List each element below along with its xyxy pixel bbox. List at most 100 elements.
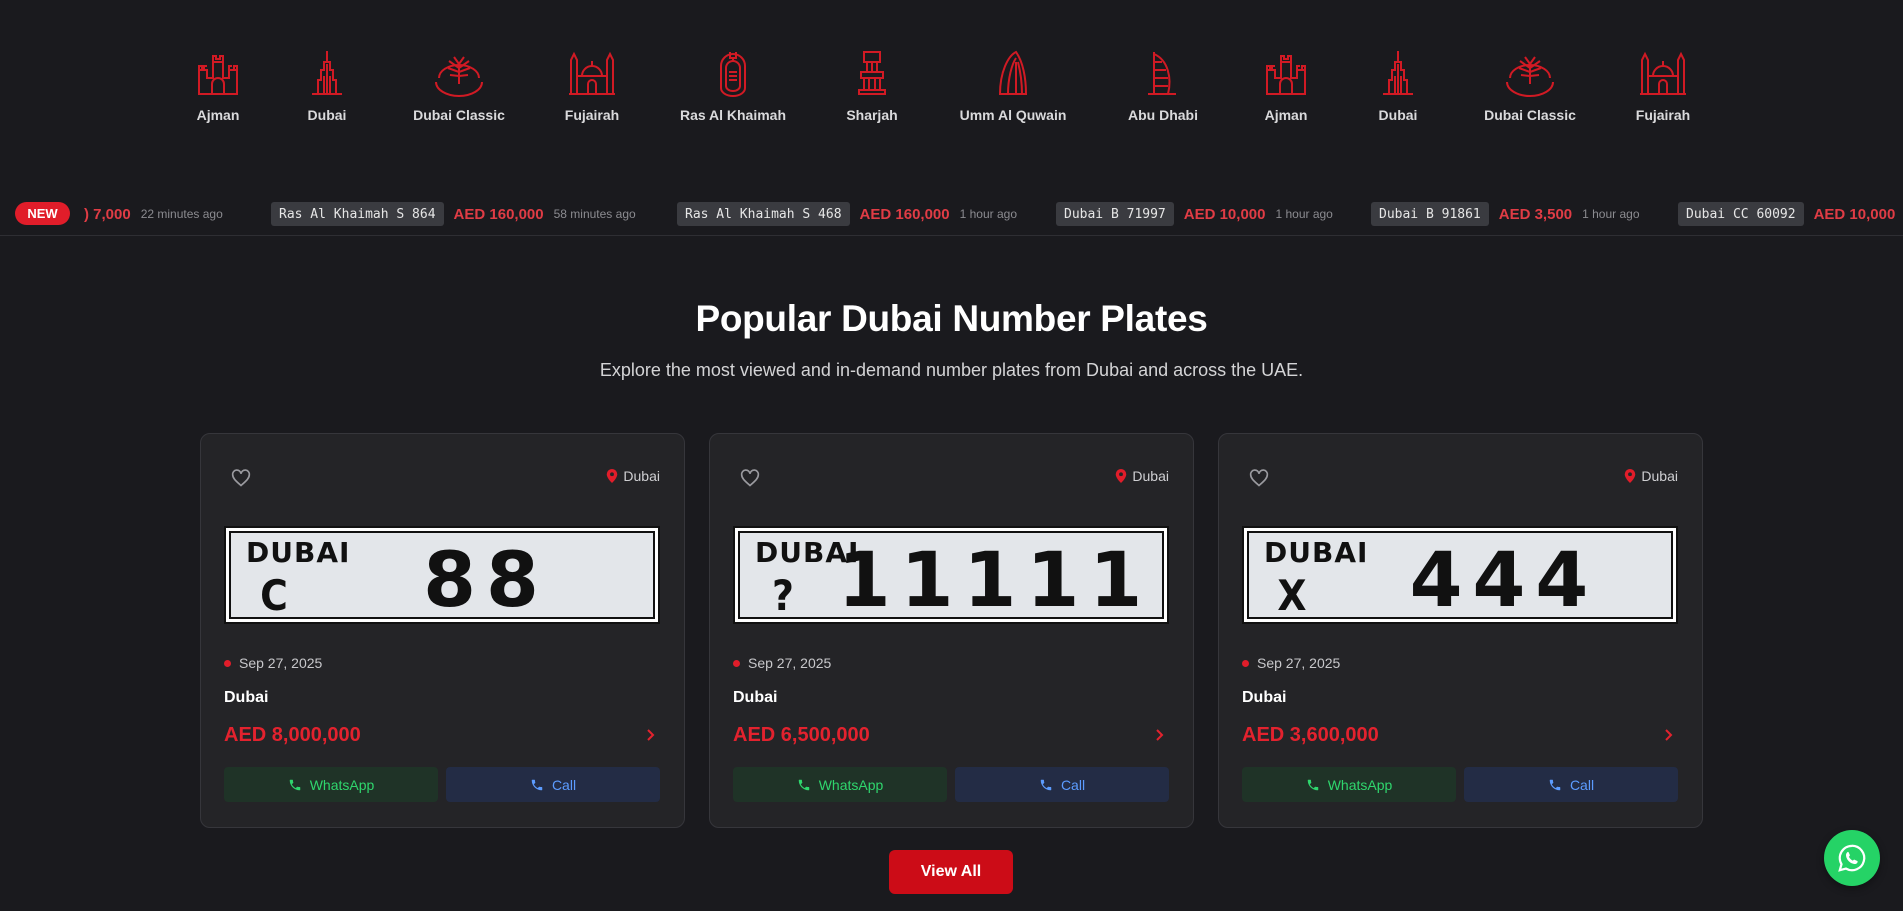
status-dot [224, 659, 231, 667]
number-plate-image: DUBAI X 444 [1242, 526, 1678, 624]
location-tag: Dubai [606, 468, 660, 484]
emirate-item-dubai[interactable]: Dubai [252, 48, 402, 123]
map-pin-icon [1625, 469, 1636, 483]
location-text: Dubai [1132, 468, 1169, 484]
chevron-right-icon[interactable] [1660, 727, 1676, 743]
whatsapp-button[interactable]: WhatsApp [733, 767, 947, 802]
phone-icon [1040, 779, 1052, 790]
ticker-price: ) 7,000 [84, 205, 131, 223]
ticker-item[interactable]: Dubai B 91861 AED 3,500 1 hour ago [1371, 201, 1640, 227]
listing-date: Sep 27, 2025 [1242, 655, 1340, 671]
emirate-item-ras-al-khaimah[interactable]: Ras Al Khaimah [658, 48, 808, 123]
plate-emirate: DUBAI [1264, 536, 1368, 569]
emirate-name: Fujairah [564, 107, 620, 123]
plate-card[interactable]: Dubai DUBAI C 88 Sep 27, 2025 Dubai AED … [200, 433, 685, 828]
emirates-carousel: Ajman Dubai Dubai Classic Fujairah Ras A… [0, 0, 1903, 190]
mosque-icon [569, 51, 615, 95]
palm-island-icon [1506, 56, 1554, 97]
card-price: AED 6,500,000 [733, 724, 870, 746]
date-text: Sep 27, 2025 [1257, 655, 1341, 671]
whatsapp-icon [1838, 844, 1866, 872]
card-price: AED 8,000,000 [224, 724, 361, 746]
ticker-item[interactable]: Ras Al Khaimah S 864 AED 160,000 58 minu… [271, 201, 636, 227]
emblem-icon [720, 52, 746, 97]
card-city: Dubai [224, 689, 269, 706]
emirate-item-dubai-classic-2[interactable]: Dubai Classic [1455, 48, 1605, 123]
emirate-name: Ajman [196, 107, 240, 123]
phone-icon [1307, 779, 1318, 790]
ticker-item[interactable]: Dubai CC 60092 AED 10,000 [1678, 201, 1903, 227]
emirate-name: Dubai [307, 107, 347, 123]
emirate-name: Ajman [1264, 107, 1308, 123]
plate-number: 88 [423, 535, 549, 624]
palm-island-icon [435, 56, 483, 97]
plate-card[interactable]: Dubai DUBAI ? 11111 Sep 27, 2025 Dubai A… [709, 433, 1194, 828]
new-badge: NEW [15, 202, 70, 225]
ticker-item[interactable]: Dubai B 71997 AED 10,000 1 hour ago [1056, 201, 1333, 227]
ticker-item[interactable]: ) 7,000 22 minutes ago [84, 201, 223, 227]
view-all-button[interactable]: View All [889, 850, 1013, 894]
ticker-item[interactable]: Ras Al Khaimah S 468 AED 160,000 1 hour … [677, 201, 1017, 227]
whatsapp-label: WhatsApp [818, 776, 884, 793]
whatsapp-float-button[interactable] [1824, 830, 1880, 886]
card-city: Dubai [1242, 689, 1287, 706]
tower-icon [998, 50, 1028, 95]
call-button[interactable]: Call [955, 767, 1169, 802]
status-dot [1242, 659, 1249, 667]
ticker-time: 22 minutes ago [140, 207, 223, 221]
emirate-item-dubai-2[interactable]: Dubai [1323, 48, 1473, 123]
plate-emirate: DUBAI [246, 536, 350, 569]
ticker-price: AED 10,000 [1813, 205, 1896, 223]
date-text: Sep 27, 2025 [748, 655, 832, 671]
emirate-item-fujairah[interactable]: Fujairah [517, 48, 667, 123]
chevron-right-icon[interactable] [642, 727, 658, 743]
heart-icon[interactable] [740, 468, 760, 488]
emirate-name: Fujairah [1635, 107, 1691, 123]
call-label: Call [551, 776, 577, 793]
whatsapp-label: WhatsApp [1327, 776, 1393, 793]
phone-icon [289, 779, 300, 790]
phone-icon [531, 779, 543, 790]
call-button[interactable]: Call [446, 767, 660, 802]
map-pin-icon [607, 469, 618, 483]
burj-khalifa-icon [1383, 51, 1413, 95]
heart-icon[interactable] [1249, 468, 1269, 488]
mosque-icon [1640, 51, 1686, 95]
emirate-name: Dubai Classic [413, 107, 505, 123]
number-plate-image: DUBAI C 88 [224, 526, 660, 624]
status-dot [733, 659, 740, 667]
location-tag: Dubai [1624, 468, 1678, 484]
emirate-item-dubai-classic[interactable]: Dubai Classic [384, 48, 534, 123]
ticker-price: AED 10,000 [1183, 205, 1266, 223]
ticker-plate: Dubai CC 60092 [1678, 202, 1804, 226]
emirate-item-umm-al-quwain[interactable]: Umm Al Quwain [938, 48, 1088, 123]
phone-icon [1549, 779, 1561, 790]
emirate-name: Ras Al Khaimah [679, 107, 787, 123]
heart-icon[interactable] [231, 468, 251, 488]
ticker-plate: Dubai B 91861 [1371, 202, 1489, 226]
ticker-time: 1 hour ago [1582, 207, 1640, 221]
plate-code: ? [772, 571, 794, 620]
ticker-price: AED 160,000 [859, 205, 950, 223]
location-text: Dubai [1641, 468, 1678, 484]
chevron-right-icon[interactable] [1151, 727, 1167, 743]
ticker-price: AED 160,000 [453, 205, 544, 223]
plate-number: 444 [1410, 535, 1599, 624]
plate-number: 11111 [838, 535, 1152, 624]
sharjah-monument-icon [858, 51, 886, 95]
ticker-plate: Dubai B 71997 [1056, 202, 1174, 226]
ticker-time: 1 hour ago [1275, 207, 1333, 221]
emirate-name: Dubai Classic [1484, 107, 1576, 123]
whatsapp-button[interactable]: WhatsApp [224, 767, 438, 802]
burj-al-arab-icon [1148, 52, 1176, 95]
plate-card[interactable]: Dubai DUBAI X 444 Sep 27, 2025 Dubai AED… [1218, 433, 1703, 828]
emirate-name: Sharjah [846, 107, 898, 123]
ticker-plate: Ras Al Khaimah S 468 [677, 202, 850, 226]
location-text: Dubai [623, 468, 660, 484]
whatsapp-label: WhatsApp [309, 776, 375, 793]
emirate-item-sharjah[interactable]: Sharjah [797, 48, 947, 123]
call-button[interactable]: Call [1464, 767, 1678, 802]
whatsapp-button[interactable]: WhatsApp [1242, 767, 1456, 802]
emirate-name: Umm Al Quwain [959, 107, 1067, 123]
emirate-item-fujairah-2[interactable]: Fujairah [1588, 48, 1738, 123]
